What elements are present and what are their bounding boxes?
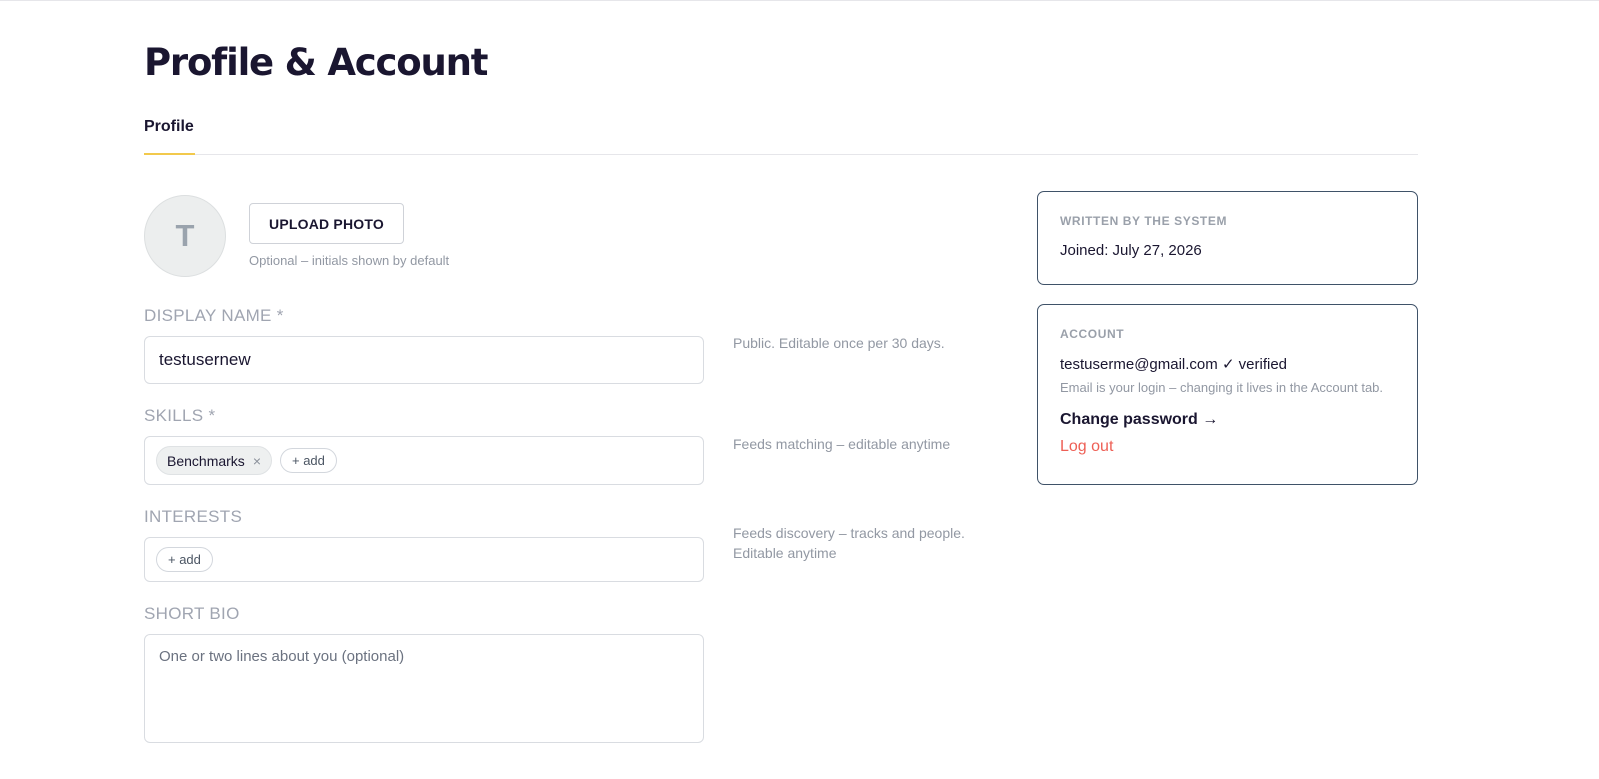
account-email-note: Email is your login – changing it lives … [1060, 380, 1384, 395]
display-name-field-box [144, 336, 704, 384]
skills-hint: Feeds matching – editable anytime [733, 436, 951, 452]
account-card-heading: ACCOUNT [1060, 327, 1125, 341]
short-bio-label: SHORT BIO [144, 604, 240, 623]
interests-field: + add [144, 537, 704, 582]
skills-field: Benchmarks × + add [144, 436, 704, 485]
account-email: testuserme@gmail.com ✓ verified [1060, 356, 1288, 373]
system-card-heading: WRITTEN BY THE SYSTEM [1060, 214, 1228, 228]
joined-date: Joined: July 27, 2026 [1060, 242, 1202, 259]
display-name-label: DISPLAY NAME * [144, 306, 284, 325]
change-password-link[interactable]: Change password → [1060, 411, 1395, 429]
interests-chip-list: + add [145, 538, 703, 581]
upload-photo-button[interactable]: UPLOAD PHOTO [249, 203, 404, 244]
logout-link[interactable]: Log out [1060, 438, 1395, 456]
short-bio-field-box [144, 634, 704, 743]
add-interest-button[interactable]: + add [156, 547, 213, 572]
upload-hint: Optional – initials shown by default [249, 253, 450, 268]
display-name-hint: Public. Editable once per 30 days. [733, 335, 945, 351]
skills-chip-list: Benchmarks × + add [145, 437, 703, 484]
system-info-card: WRITTEN BY THE SYSTEM Joined: July 27, 2… [1037, 191, 1418, 285]
interests-hint: Feeds discovery – tracks and people. Edi… [733, 525, 965, 561]
account-card: ACCOUNT testuserme@gmail.com ✓ verified … [1037, 304, 1418, 485]
tab-bar: Profile [144, 113, 1418, 155]
short-bio-input[interactable] [145, 635, 703, 742]
skill-chip-label: Benchmarks [167, 452, 245, 469]
display-name-input[interactable] [145, 337, 703, 383]
tab-profile[interactable]: Profile [144, 113, 195, 155]
avatar-initial: T [175, 218, 195, 253]
add-skill-button[interactable]: + add [280, 448, 337, 473]
avatar: T [144, 195, 226, 277]
remove-chip-icon[interactable]: × [253, 453, 261, 469]
skill-chip: Benchmarks × [156, 446, 272, 475]
page-title: Profile & Account [144, 41, 488, 84]
skills-label: SKILLS * [144, 406, 216, 425]
interests-label: INTERESTS [144, 507, 243, 526]
